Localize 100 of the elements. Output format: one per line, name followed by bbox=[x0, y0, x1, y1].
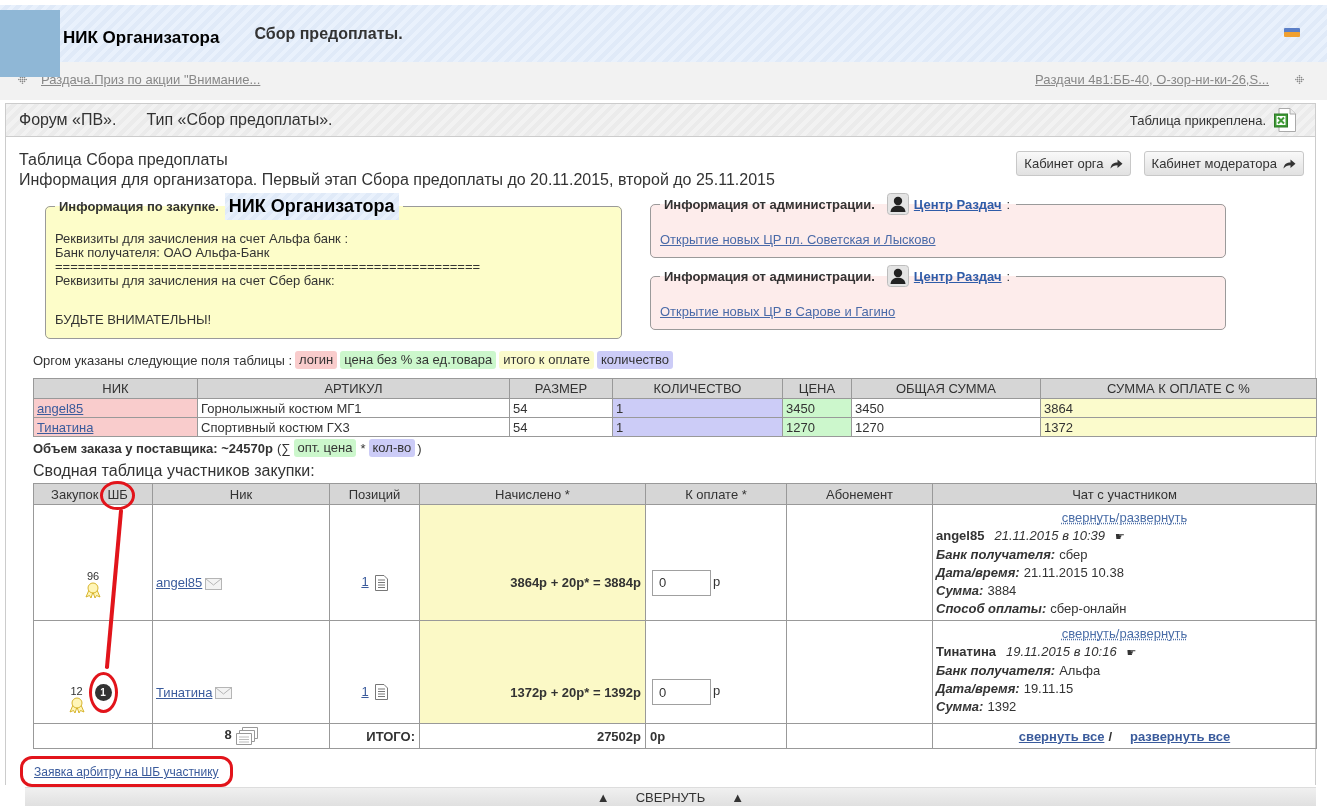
currency-label: р bbox=[713, 683, 721, 699]
table-cell: 0р bbox=[645, 723, 787, 749]
separator-label: : bbox=[1006, 268, 1012, 284]
document-icon[interactable] bbox=[374, 684, 388, 701]
total-count: 8 bbox=[224, 727, 232, 743]
field-tag: логин bbox=[295, 351, 338, 369]
table-cell: Спортивный костюм ГХ3 bbox=[197, 417, 510, 437]
table-cell: 3450 bbox=[851, 398, 1041, 418]
user-icon bbox=[886, 265, 909, 287]
amount-input[interactable]: 0 bbox=[652, 569, 711, 596]
toggle-link[interactable]: свернуть/развернуть bbox=[1061, 626, 1188, 641]
column-header: Ник bbox=[152, 483, 330, 505]
table-cell: 1270 bbox=[851, 417, 1041, 437]
table-cell: 54 bbox=[509, 417, 613, 437]
field-value: Альфа bbox=[1059, 663, 1101, 678]
positions-link[interactable]: 1 bbox=[361, 574, 369, 590]
spreadsheet-icon[interactable] bbox=[1274, 108, 1296, 132]
field-tag: кол-во bbox=[368, 439, 416, 457]
collapse-button[interactable]: ▲ СВЕРНУТЬ ▲ bbox=[25, 787, 1316, 806]
field-value: 3884 bbox=[987, 583, 1017, 598]
field-label: Банк получателя: bbox=[936, 663, 1056, 678]
field-value: сбер-онлайн bbox=[1050, 601, 1127, 616]
cabinet-button[interactable]: Кабинет орга bbox=[1016, 151, 1131, 176]
field-label: Способ оплаты: bbox=[936, 601, 1047, 616]
expand-all-link[interactable]: развернуть все bbox=[1130, 728, 1231, 744]
column-label: Закупок bbox=[51, 486, 99, 502]
notice-link[interactable]: Открытие новых ЦР в Сарове и Гагино bbox=[660, 304, 896, 319]
column-header: НИК bbox=[33, 378, 198, 399]
column-header: АРТИКУЛ bbox=[197, 378, 510, 399]
column-header: Позиций bbox=[329, 483, 420, 505]
column-header: Абонемент bbox=[786, 483, 933, 505]
message-time: 21.11.2015 в 10:39 bbox=[994, 528, 1106, 543]
field-value: 1392 bbox=[987, 699, 1017, 714]
amount-input[interactable]: 0 bbox=[652, 679, 711, 705]
author-link[interactable]: Центр Раздач bbox=[913, 196, 1002, 212]
dotted-cross-icon bbox=[18, 74, 27, 84]
column-header: Начислено * bbox=[419, 483, 646, 505]
field-tag: цена без % за ед.товара bbox=[340, 351, 497, 369]
user-link[interactable]: angel85 bbox=[37, 400, 84, 416]
message-time: 19.11.2015 в 10:16 bbox=[1005, 644, 1117, 659]
info-line: Реквизиты для зачисления на счет Сбер банк: bbox=[55, 274, 336, 288]
collapse-all-link[interactable]: свернуть все bbox=[1018, 728, 1105, 744]
user-link[interactable]: Тинатина bbox=[156, 684, 213, 700]
forum-label: Форум «ПВ». bbox=[19, 111, 117, 129]
column-header: РАЗМЕР bbox=[509, 378, 613, 399]
curved-arrow-icon bbox=[1109, 158, 1123, 169]
user-link[interactable]: Тинатина bbox=[37, 419, 94, 435]
notice-link[interactable]: Открытие новых ЦР пл. Советская и Лысково bbox=[660, 232, 936, 247]
field-tag: опт. цена bbox=[293, 439, 357, 457]
positions-link[interactable]: 1 bbox=[361, 683, 369, 699]
dotted-cross-icon bbox=[1295, 74, 1304, 84]
author-link[interactable]: Центр Раздач bbox=[913, 268, 1002, 284]
rating-number: 96 bbox=[86, 570, 100, 582]
page-title: Сбор предоплаты. bbox=[254, 24, 403, 43]
field-label: Дата/время: bbox=[936, 681, 1020, 696]
table-cell: 54 bbox=[509, 398, 613, 418]
info-line: Реквизиты для зачисления на счет Альфа банк : bbox=[55, 232, 350, 246]
volume-label: Объем заказа у поставщика: ~24570р bbox=[33, 440, 273, 456]
tag-icon bbox=[1284, 28, 1300, 37]
info-line: ======================================================== bbox=[55, 260, 482, 274]
user-link[interactable]: angel85 bbox=[156, 575, 203, 590]
column-header: К оплате * bbox=[645, 483, 787, 505]
section-info: Информация для организатора. Первый этап Сбора предоплаты до 20.11.2015, второй до 25.11.2015 bbox=[19, 170, 775, 190]
separator-label: : bbox=[1006, 196, 1012, 212]
attachment-label: Таблица прикреплена. bbox=[1129, 112, 1266, 128]
circled-column-label: ШБ bbox=[100, 480, 135, 510]
field-label: Банк получателя: bbox=[936, 547, 1056, 562]
award-icon bbox=[85, 581, 101, 598]
pointer-icon[interactable]: ☛ bbox=[1115, 530, 1125, 543]
pointer-icon[interactable]: ☛ bbox=[1126, 646, 1137, 659]
table-cell: ИТОГО: bbox=[329, 723, 420, 749]
table-cell: Горнолыжный костюм МГ1 bbox=[197, 398, 510, 418]
organizer-name: НИК Организатора bbox=[63, 27, 220, 48]
curved-arrow-icon bbox=[1283, 158, 1296, 169]
arbiter-request-link[interactable]: Заявка арбитру на ШБ участнику bbox=[34, 765, 219, 779]
rating-number: 12 bbox=[70, 685, 83, 697]
user-icon bbox=[886, 193, 909, 215]
section-title: Таблица Сбора предоплаты bbox=[19, 150, 229, 170]
field-label: Сумма: bbox=[936, 699, 984, 714]
panel-legend: Информация по закупке. bbox=[59, 199, 219, 214]
divider-label: / bbox=[1108, 728, 1113, 744]
panel-legend: Информация от администрации. bbox=[664, 268, 875, 284]
formula-symbol: * bbox=[360, 440, 366, 456]
table-cell: 27502р bbox=[419, 723, 646, 749]
legend-label: Оргом указаны следующие поля таблицы : bbox=[33, 352, 293, 368]
field-value: 21.11.2015 10.38 bbox=[1023, 565, 1124, 580]
field-tag: итого к оплате bbox=[499, 351, 594, 369]
column-header: ЦЕНА bbox=[782, 378, 852, 399]
formula-symbol: (∑ bbox=[276, 440, 291, 456]
award-icon bbox=[68, 696, 85, 713]
stacked-documents-icon[interactable] bbox=[235, 727, 258, 745]
toggle-link[interactable]: свернуть/развернуть bbox=[1061, 510, 1188, 525]
cabinet-button[interactable]: Кабинет модератора bbox=[1143, 151, 1304, 176]
type-label: Тип «Сбор предоплаты». bbox=[146, 111, 333, 129]
document-icon[interactable] bbox=[374, 574, 388, 591]
message-author: Тинатина bbox=[936, 644, 996, 659]
table-cell: 1372р + 20р* = 1392р bbox=[419, 620, 646, 724]
message-author: angel85 bbox=[936, 528, 985, 543]
info-line: БУДЬТЕ ВНИМАТЕЛЬНЫ! bbox=[55, 313, 213, 327]
organizer-name: НИК Организатора bbox=[224, 193, 399, 220]
